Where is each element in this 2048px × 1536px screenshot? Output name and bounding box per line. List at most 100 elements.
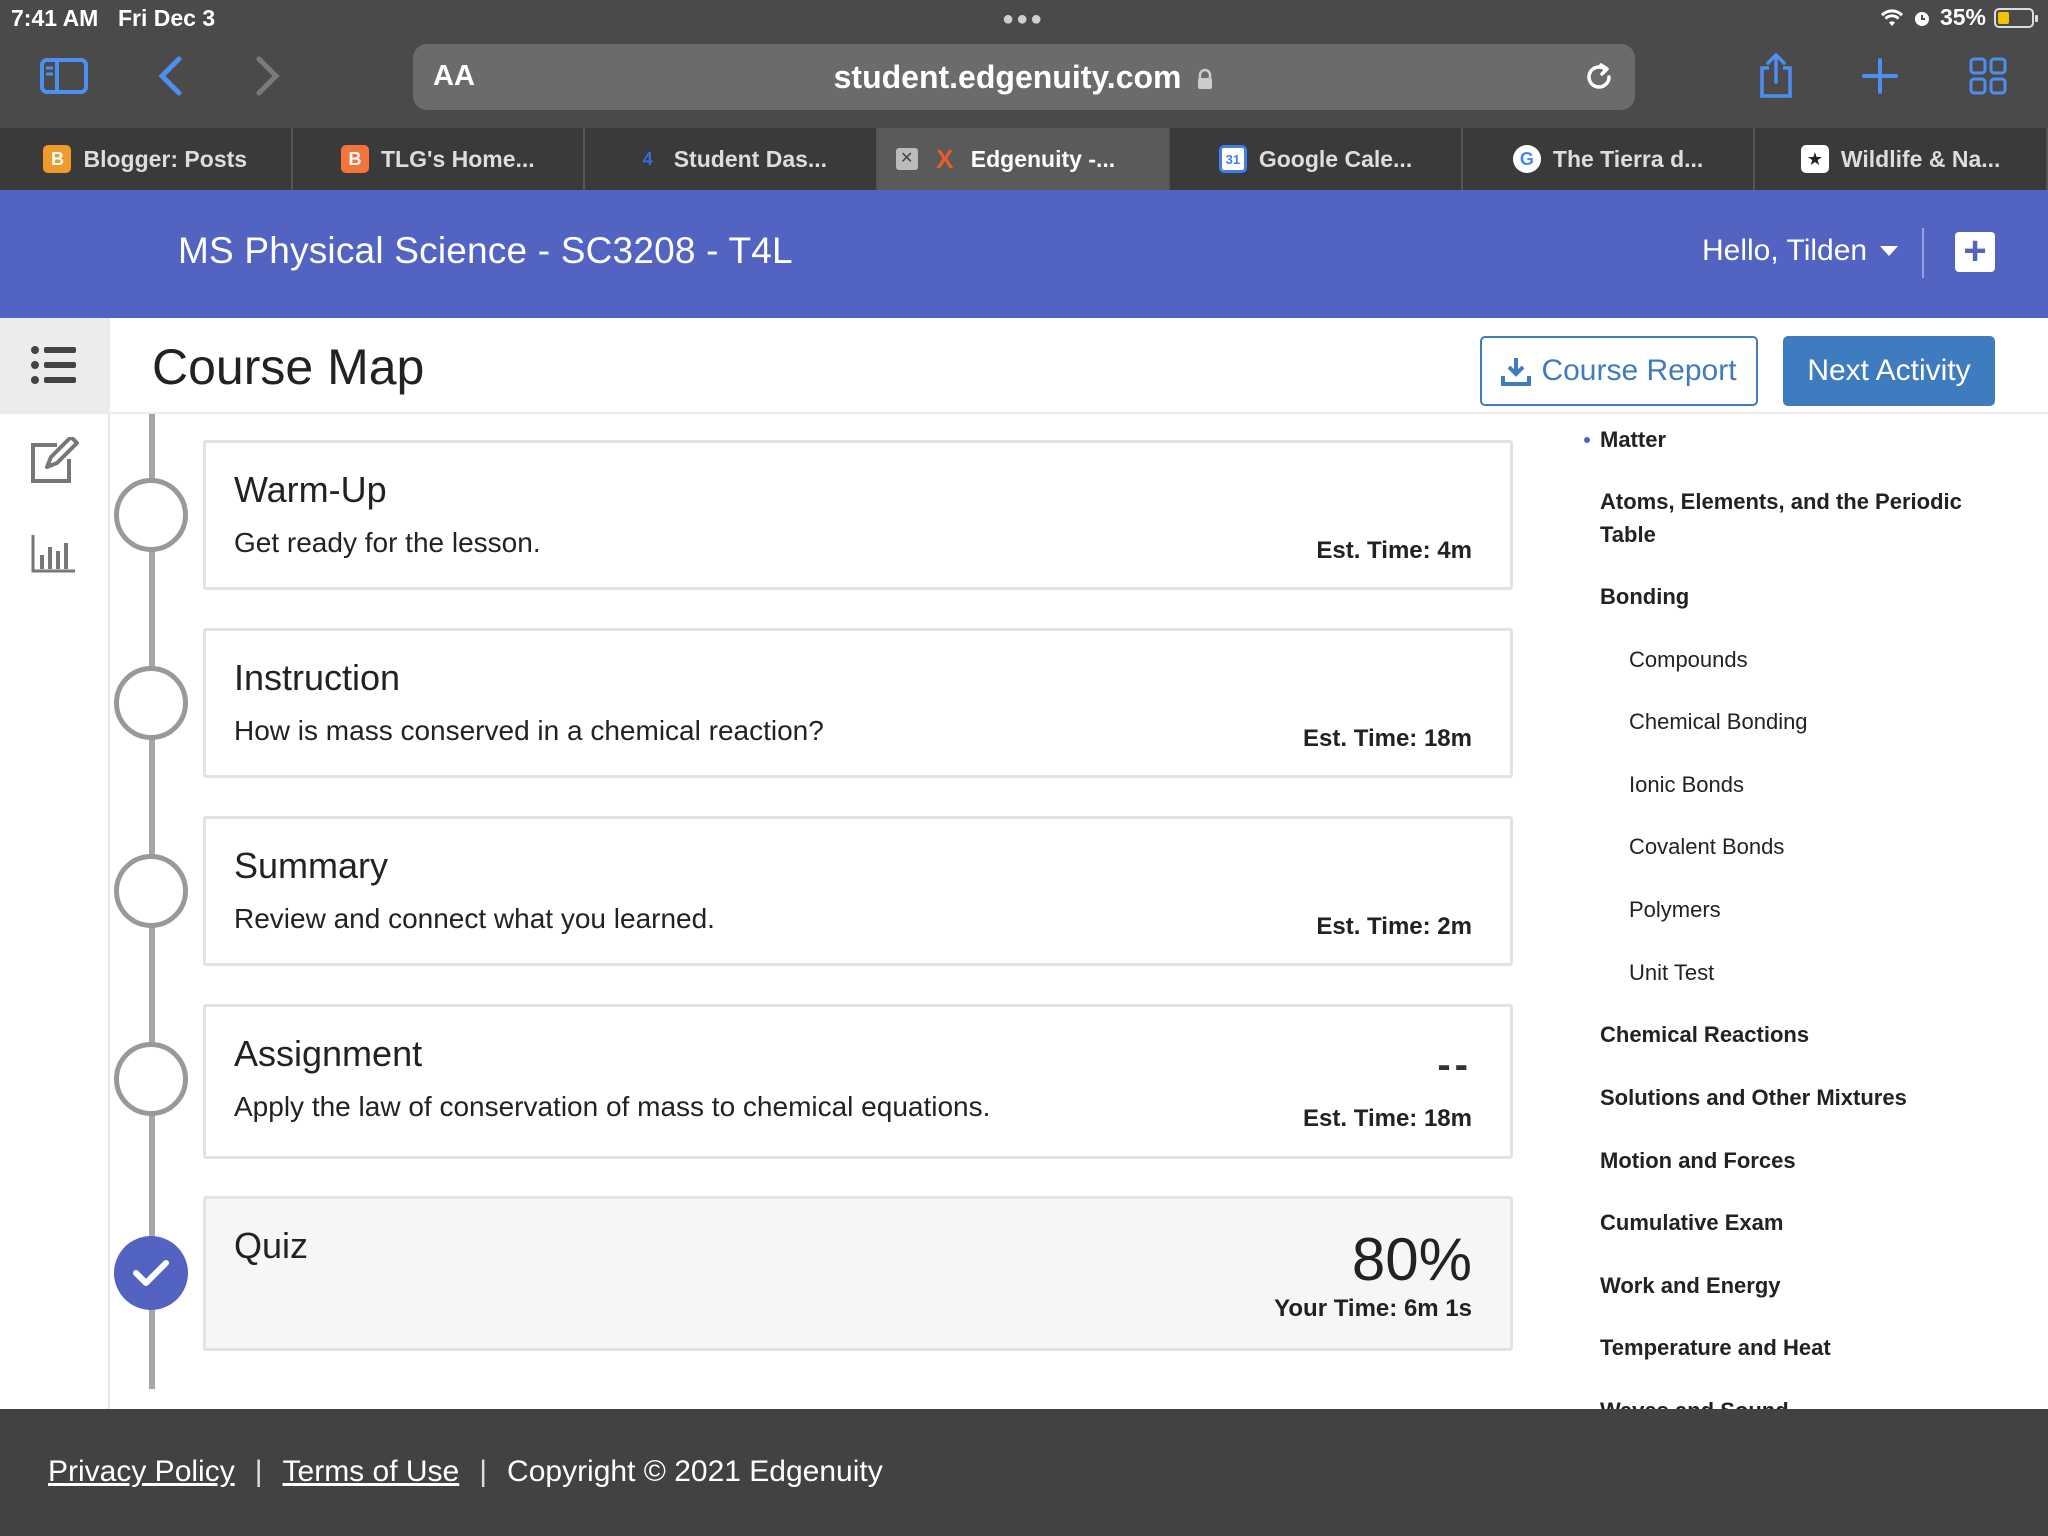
activity-est-time: Est. Time: 18m	[1303, 1105, 1472, 1132]
terms-of-use-link[interactable]: Terms of Use	[283, 1455, 460, 1489]
url-text[interactable]: student.edgenuity.com	[413, 59, 1635, 96]
share-icon[interactable]	[1748, 52, 1804, 100]
outline-item-chemical-reactions[interactable]: Chemical Reactions	[1600, 1018, 2000, 1051]
new-tab-icon[interactable]	[1852, 52, 1908, 100]
tab-overview-icon[interactable]	[1960, 52, 2016, 100]
outline-item-temperature-heat[interactable]: Temperature and Heat	[1600, 1331, 2000, 1364]
page-title: Course Map	[152, 339, 425, 395]
alarm-icon	[1914, 11, 1929, 26]
tab-label: Blogger: Posts	[83, 145, 248, 172]
outline-item-unit-test[interactable]: Unit Test	[1629, 956, 2029, 989]
activity-your-time: Your Time: 6m 1s	[1274, 1295, 1472, 1322]
tab-strip: B Blogger: Posts B TLG's Home... 4 Stude…	[0, 128, 2048, 190]
status-bar: 7:41 AM Fri Dec 3 ●●● 35%	[0, 0, 2048, 36]
activity-card-assignment[interactable]: Assignment Apply the law of conservation…	[203, 1004, 1513, 1159]
browser-tab-google-calendar[interactable]: 31 Google Cale...	[1170, 128, 1463, 190]
footer-links: Privacy Policy | Terms of Use | Copyrigh…	[48, 1455, 883, 1489]
outline-item-atoms-elements[interactable]: Atoms, Elements, and the Periodic Table	[1600, 485, 2000, 551]
browser-tab-blogger[interactable]: B Blogger: Posts	[0, 128, 293, 190]
outline-item-matter[interactable]: Matter	[1584, 423, 2000, 456]
outline-item-chemical-bonding[interactable]: Chemical Bonding	[1629, 705, 2029, 738]
activity-est-time: Est. Time: 2m	[1316, 913, 1472, 940]
completed-check-icon	[114, 1236, 188, 1310]
privacy-policy-link[interactable]: Privacy Policy	[48, 1455, 235, 1489]
course-report-label: Course Report	[1541, 354, 1737, 387]
address-bar[interactable]: AA student.edgenuity.com	[413, 44, 1635, 110]
list-icon[interactable]	[26, 340, 80, 390]
activity-card-summary[interactable]: Summary Review and connect what you lear…	[203, 816, 1513, 966]
user-menu[interactable]: Hello, Tilden	[1702, 234, 1867, 268]
outline-item-bonding[interactable]: Bonding	[1600, 580, 2000, 613]
activity-title: Quiz	[234, 1225, 309, 1266]
tab-label: TLG's Home...	[380, 145, 535, 172]
activity-card-instruction[interactable]: Instruction How is mass conserved in a c…	[203, 628, 1513, 778]
sidebar-toggle-icon[interactable]	[36, 52, 92, 100]
footer-separator: |	[254, 1455, 263, 1488]
outline-item-waves-sound[interactable]: Waves and Sound	[1600, 1394, 2000, 1409]
outline-item-cumulative-exam[interactable]: Cumulative Exam	[1600, 1206, 2000, 1239]
back-icon[interactable]	[142, 52, 198, 100]
tab-label: Wildlife & Na...	[1840, 145, 2001, 172]
outline-item-compounds[interactable]: Compounds	[1629, 643, 2029, 676]
outline-item-ionic-bonds[interactable]: Ionic Bonds	[1629, 768, 2029, 801]
outline-item-covalent-bonds[interactable]: Covalent Bonds	[1629, 830, 2029, 863]
canvas-icon: 4	[642, 148, 653, 169]
copyright-text: Copyright © 2021 Edgenuity	[507, 1455, 883, 1488]
url-label: student.edgenuity.com	[833, 59, 1182, 95]
activity-title: Instruction	[234, 657, 401, 698]
status-time: 7:41 AM	[11, 5, 99, 31]
download-icon	[1501, 358, 1532, 386]
forward-icon[interactable]	[240, 52, 296, 100]
edit-icon[interactable]	[26, 436, 80, 486]
course-outline: Matter Atoms, Elements, and the Periodic…	[1580, 418, 2048, 1409]
outline-item-polymers[interactable]: Polymers	[1629, 893, 2029, 926]
multitasking-dots-icon[interactable]: ●●●	[1002, 8, 1044, 31]
activity-card-warm-up[interactable]: Warm-Up Get ready for the lesson. Est. T…	[203, 440, 1513, 590]
close-tab-icon[interactable]: ✕	[895, 148, 918, 170]
course-report-button[interactable]: Course Report	[1480, 336, 1758, 406]
activity-status-node	[114, 478, 188, 552]
left-rail	[0, 318, 110, 1409]
wifi-icon	[1880, 8, 1903, 26]
activity-description: Get ready for the lesson.	[234, 527, 541, 558]
google-icon: G	[1512, 145, 1541, 173]
tab-label: Edgenuity -...	[970, 145, 1116, 172]
footer-separator: |	[479, 1455, 488, 1488]
activity-score: --	[1437, 1043, 1472, 1087]
wildlife-icon: ★	[1800, 145, 1829, 173]
reload-icon[interactable]	[1581, 59, 1617, 100]
next-activity-button[interactable]: Next Activity	[1783, 336, 1995, 406]
google-calendar-icon: 31	[1218, 145, 1247, 173]
battery-percent: 35%	[1939, 4, 1986, 30]
browser-tab-edgenuity[interactable]: ✕ X Edgenuity -...	[877, 128, 1171, 190]
chevron-down-icon[interactable]	[1880, 246, 1898, 256]
activity-title: Summary	[234, 845, 389, 886]
blogger-icon: B	[340, 145, 369, 173]
browser-tab-tlg-home[interactable]: B TLG's Home...	[293, 128, 586, 190]
tab-label: Student Das...	[673, 145, 828, 172]
activity-description: Apply the law of conservation of mass to…	[234, 1091, 991, 1122]
edgenuity-icon: X	[936, 143, 954, 174]
activity-est-time: Est. Time: 4m	[1316, 537, 1472, 564]
lock-icon	[1198, 68, 1213, 89]
tab-label: The Tierra d...	[1552, 145, 1704, 172]
activity-description: Review and connect what you learned.	[234, 903, 715, 934]
status-date: Fri Dec 3	[118, 5, 216, 31]
browser-tab-wildlife[interactable]: ★ Wildlife & Na...	[1755, 128, 2048, 190]
plus-icon[interactable]: +	[1955, 231, 1995, 272]
outline-item-work-energy[interactable]: Work and Energy	[1600, 1269, 2000, 1302]
bar-chart-icon[interactable]	[26, 528, 80, 578]
outline-item-motion-forces[interactable]: Motion and Forces	[1600, 1144, 2000, 1177]
activity-est-time: Est. Time: 18m	[1303, 725, 1472, 752]
browser-tab-tierra[interactable]: G The Tierra d...	[1463, 128, 1756, 190]
outline-item-solutions[interactable]: Solutions and Other Mixtures	[1600, 1081, 2000, 1114]
battery-icon	[1994, 7, 2038, 28]
activity-card-quiz[interactable]: Quiz 80% Your Time: 6m 1s	[203, 1196, 1513, 1351]
activity-status-node	[114, 854, 188, 928]
activity-score: 80%	[1351, 1226, 1472, 1293]
course-map-header: Course Map Course Report Next Activity	[110, 318, 2048, 414]
app-header: MS Physical Science - SC3208 - T4L Hello…	[0, 190, 2048, 318]
header-divider	[1922, 228, 1924, 278]
browser-tab-student-dashboard[interactable]: 4 Student Das...	[585, 128, 878, 190]
activity-title: Warm-Up	[234, 469, 387, 510]
